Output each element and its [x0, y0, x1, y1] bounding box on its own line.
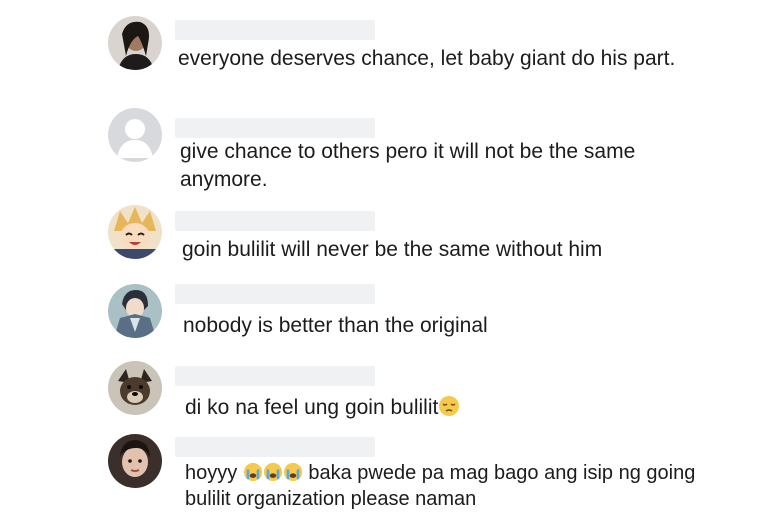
redacted-username — [175, 118, 375, 138]
comment-text: di ko na feel ung goin bulilit — [185, 394, 705, 422]
default-user-avatar — [108, 108, 162, 162]
redacted-username — [175, 284, 375, 304]
loudly-crying-face-icon — [283, 462, 302, 482]
avatar[interactable] — [108, 205, 162, 259]
loudly-crying-face-icon — [263, 462, 282, 482]
person-selfie-avatar — [108, 434, 162, 488]
comment-text-content: di ko na feel ung goin bulilit — [185, 396, 439, 419]
comment-text-before: hoyyy — [185, 462, 238, 484]
comment-text: nobody is better than the original — [183, 314, 488, 337]
avatar[interactable] — [108, 16, 162, 70]
pensive-face-icon — [439, 396, 460, 416]
comment-text: hoyyy baka pwede pa mag bago ang isip ng… — [185, 460, 705, 512]
redacted-username — [175, 20, 375, 40]
comment-text: everyone deserves chance, let baby giant… — [178, 47, 676, 70]
redacted-username — [175, 366, 375, 386]
avatar[interactable] — [108, 361, 162, 415]
dog-avatar — [108, 361, 162, 415]
comment-text: give chance to others pero it will not b… — [180, 140, 636, 191]
redacted-username — [175, 437, 375, 457]
woman-portrait-avatar — [108, 16, 162, 70]
avatar[interactable] — [108, 284, 162, 338]
avatar[interactable] — [108, 108, 162, 162]
comment-text: goin bulilit will never be the same with… — [182, 238, 603, 261]
anime-knight-avatar — [108, 284, 162, 338]
anime-character-avatar — [108, 205, 162, 259]
avatar[interactable] — [108, 434, 162, 488]
loudly-crying-face-icon — [243, 462, 262, 482]
redacted-username — [175, 211, 375, 231]
